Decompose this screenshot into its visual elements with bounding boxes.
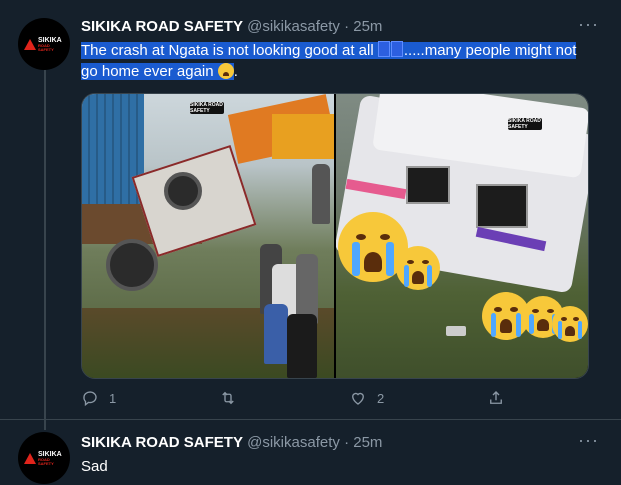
timestamp[interactable]: 25m [353, 18, 382, 35]
more-icon[interactable]: ··· [578, 430, 599, 451]
retweet-button[interactable] [219, 389, 247, 407]
media-grid[interactable]: SIKIKA ROAD SAFETY SIKIKA ROAD SAFETY [81, 93, 589, 379]
tweet-actions: 1 2 [81, 389, 521, 411]
photo-right[interactable]: SIKIKA ROAD SAFETY [336, 94, 588, 378]
more-icon[interactable]: ··· [578, 14, 599, 35]
shipping-container [82, 94, 144, 214]
like-icon [352, 392, 364, 405]
tweet-text: The crash at Ngata is not looking good a… [81, 41, 577, 80]
crying-face-icon [217, 63, 234, 79]
retweet-icon [222, 391, 234, 405]
author-name[interactable]: SIKIKA ROAD SAFETY [81, 434, 243, 451]
crying-face-icon [396, 246, 440, 290]
share-icon [490, 391, 502, 404]
avatar[interactable]: SIKIKA ROAD SAFETY [18, 432, 70, 484]
author-name[interactable]: SIKIKA ROAD SAFETY [81, 18, 243, 35]
avatar[interactable]: SIKIKA ROAD SAFETY [18, 18, 70, 70]
tweet-header: SIKIKA ROAD SAFETY @sikikasafety · 25m [81, 434, 383, 451]
tweet-header: SIKIKA ROAD SAFETY @sikikasafety · 25m [81, 18, 383, 35]
reply-icon [83, 391, 97, 407]
like-button[interactable]: 2 [349, 389, 384, 407]
timestamp[interactable]: 25m [353, 434, 382, 451]
crying-face-icon [552, 306, 588, 342]
tweet[interactable]: SIKIKA ROAD SAFETY SIKIKA ROAD SAFETY @s… [0, 420, 621, 485]
author-handle[interactable]: @sikikasafety [247, 18, 340, 35]
reply-button[interactable]: 1 [81, 389, 116, 407]
reply-count: 1 [109, 390, 117, 406]
avatar-logo: SIKIKA ROAD SAFETY [24, 36, 64, 52]
watermark: SIKIKA ROAD SAFETY [508, 118, 542, 130]
like-count: 2 [377, 390, 385, 406]
author-handle[interactable]: @sikikasafety [247, 434, 340, 451]
photo-left[interactable]: SIKIKA ROAD SAFETY [82, 94, 334, 378]
tweet[interactable]: SIKIKA ROAD SAFETY SIKIKA ROAD SAFETY @s… [0, 0, 621, 420]
avatar-logo: SIKIKA ROAD SAFETY [24, 450, 64, 466]
tweet-text: Sad [81, 458, 108, 475]
watermark: SIKIKA ROAD SAFETY [190, 102, 224, 114]
share-button[interactable] [487, 389, 505, 407]
